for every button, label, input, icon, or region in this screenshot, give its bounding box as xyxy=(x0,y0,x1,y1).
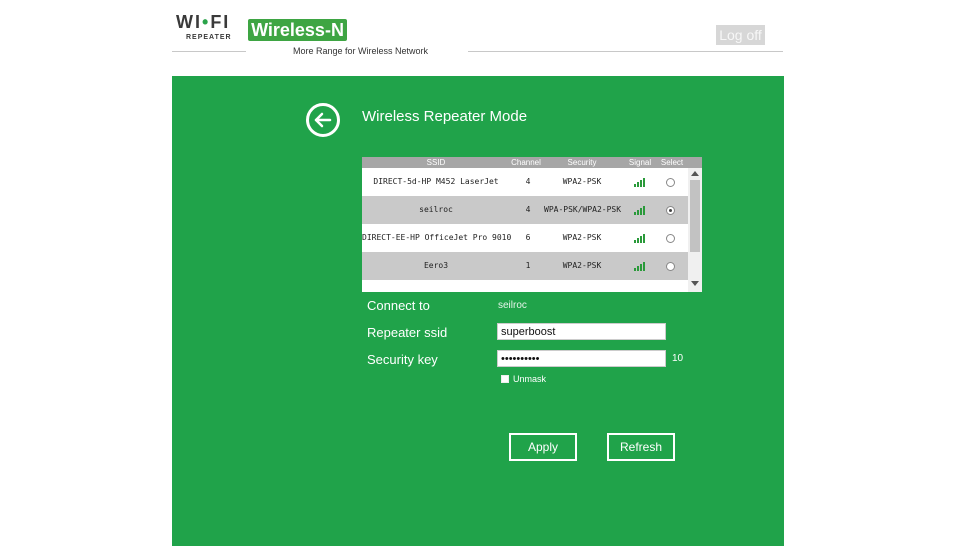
repeater-ssid-input[interactable] xyxy=(497,323,666,340)
column-header-ssid: SSID xyxy=(426,158,446,167)
network-table: SSID Channel Security Signal Select DIRE… xyxy=(362,157,702,292)
logo-subtitle: REPEATER xyxy=(186,34,232,41)
select-radio[interactable] xyxy=(666,262,675,271)
security-key-label: Security key xyxy=(367,352,438,367)
back-button[interactable] xyxy=(306,103,340,137)
refresh-button[interactable]: Refresh xyxy=(607,433,675,461)
channel-cell: 4 xyxy=(525,177,531,186)
apply-button[interactable]: Apply xyxy=(509,433,577,461)
table-row[interactable]: seilroc 4 WPA-PSK/WPA2-PSK xyxy=(362,196,688,224)
select-radio[interactable] xyxy=(666,178,675,187)
connect-to-value: seilroc xyxy=(498,300,527,311)
page: WI•FI REPEATER Wireless-N More Range for… xyxy=(0,0,970,546)
column-header-channel: Channel xyxy=(511,158,541,167)
arrow-left-icon xyxy=(314,112,332,128)
channel-cell: 1 xyxy=(525,261,531,270)
table-row-partial xyxy=(362,280,688,292)
scroll-thumb[interactable] xyxy=(690,180,700,252)
column-header-signal: Signal xyxy=(628,158,652,167)
channel-cell: 6 xyxy=(525,233,531,242)
log-off-button[interactable]: Log off xyxy=(716,25,765,45)
logo-wifi-text: WI•FI xyxy=(176,12,231,32)
header-divider-right xyxy=(468,51,783,52)
brand-badge: Wireless-N xyxy=(248,19,347,41)
table-scrollbar[interactable] xyxy=(688,168,702,292)
security-cell: WPA2-PSK xyxy=(562,233,602,242)
scroll-down-icon[interactable] xyxy=(691,281,699,286)
signal-bars-icon xyxy=(634,205,648,215)
column-header-select: Select xyxy=(660,158,684,167)
column-header-security: Security xyxy=(567,158,597,167)
tagline: More Range for Wireless Network xyxy=(293,46,429,56)
security-cell: WPA2-PSK xyxy=(562,177,602,186)
table-row[interactable]: Eero3 1 WPA2-PSK xyxy=(362,252,688,280)
table-header: SSID Channel Security Signal Select xyxy=(362,157,702,168)
unmask-checkbox[interactable] xyxy=(501,375,509,383)
ssid-cell: DIRECT-EE-HP OfficeJet Pro 9010 xyxy=(362,233,512,242)
scroll-up-icon[interactable] xyxy=(691,171,699,176)
select-radio[interactable] xyxy=(666,206,675,215)
wifi-repeater-logo: WI•FI REPEATER xyxy=(176,12,246,46)
select-radio[interactable] xyxy=(666,234,675,243)
connect-to-label: Connect to xyxy=(367,298,430,313)
ssid-cell: seilroc xyxy=(419,205,453,214)
security-key-length: 10 xyxy=(672,353,684,364)
table-row[interactable]: DIRECT-5d-HP M452 LaserJet 4 WPA2-PSK xyxy=(362,168,688,196)
ssid-cell: DIRECT-5d-HP M452 LaserJet xyxy=(373,177,499,186)
signal-bars-icon xyxy=(634,261,648,271)
security-cell: WPA-PSK/WPA2-PSK xyxy=(544,205,622,214)
main-panel: Wireless Repeater Mode SSID Channel Secu… xyxy=(172,76,784,546)
channel-cell: 4 xyxy=(525,205,531,214)
ssid-cell: Eero3 xyxy=(423,261,449,270)
header-divider-left xyxy=(172,51,246,52)
table-row[interactable]: DIRECT-EE-HP OfficeJet Pro 9010 6 WPA2-P… xyxy=(362,224,688,252)
unmask-label: Unmask xyxy=(513,374,547,384)
security-key-input[interactable] xyxy=(497,350,666,367)
repeater-ssid-label: Repeater ssid xyxy=(367,325,448,340)
signal-bars-icon xyxy=(634,177,648,187)
page-title: Wireless Repeater Mode xyxy=(362,108,528,125)
signal-bars-icon xyxy=(634,233,648,243)
security-cell: WPA2-PSK xyxy=(562,261,602,270)
